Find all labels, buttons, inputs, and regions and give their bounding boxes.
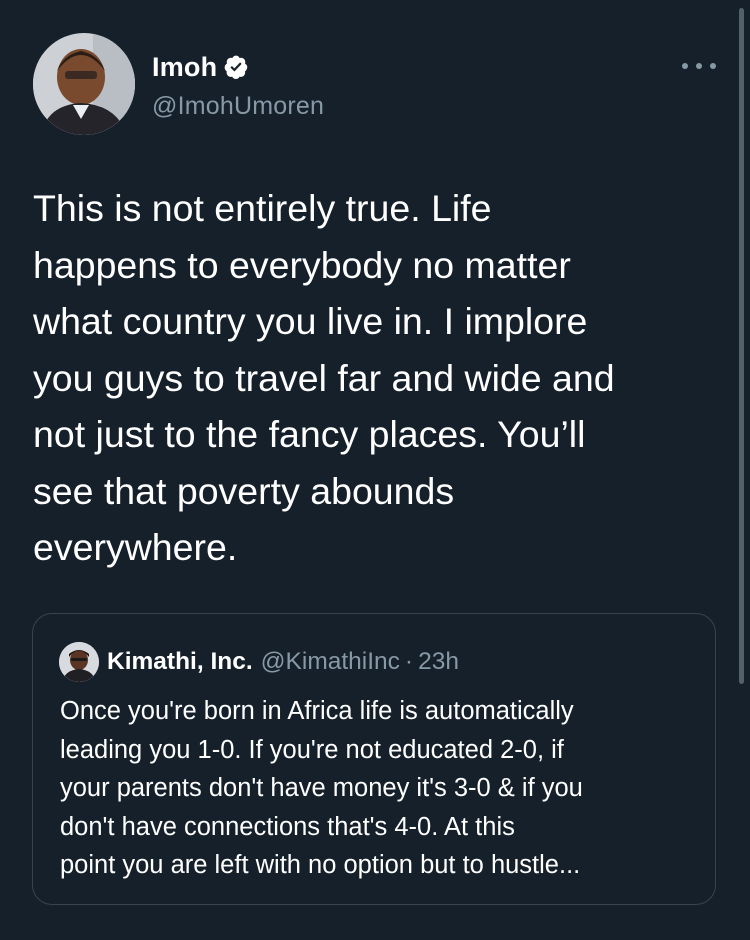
verified-badge-icon bbox=[223, 54, 249, 80]
quoted-author-display-name[interactable]: Kimathi, Inc. bbox=[107, 648, 253, 676]
quoted-tweet[interactable]: Kimathi, Inc. @KimathiInc · 23h Once you… bbox=[32, 613, 716, 905]
separator-dot: · bbox=[404, 648, 414, 675]
scrollbar[interactable] bbox=[739, 8, 744, 684]
quoted-author-avatar bbox=[59, 642, 99, 682]
tweet-card: Imoh @ImohUmoren This is not entirely tr… bbox=[0, 0, 750, 940]
avatar-image bbox=[33, 33, 135, 135]
quoted-tweet-header: Kimathi, Inc. @KimathiInc · 23h bbox=[59, 642, 459, 682]
author-info: Imoh @ImohUmoren bbox=[152, 50, 324, 121]
more-dot bbox=[710, 63, 716, 69]
quoted-tweet-text: Once you're born in Africa life is autom… bbox=[60, 697, 583, 879]
quoted-author-handle[interactable]: @KimathiInc bbox=[261, 648, 400, 676]
more-horizontal-icon[interactable] bbox=[682, 56, 716, 76]
quoted-tweet-timestamp[interactable]: 23h bbox=[418, 648, 459, 676]
author-avatar[interactable] bbox=[33, 33, 135, 135]
display-name-row: Imoh bbox=[152, 50, 324, 84]
author-display-name[interactable]: Imoh bbox=[152, 52, 217, 83]
more-dot bbox=[696, 63, 702, 69]
author-handle[interactable]: @ImohUmoren bbox=[152, 92, 324, 121]
more-dot bbox=[682, 63, 688, 69]
tweet-text: This is not entirely true. Life happens … bbox=[33, 187, 615, 568]
